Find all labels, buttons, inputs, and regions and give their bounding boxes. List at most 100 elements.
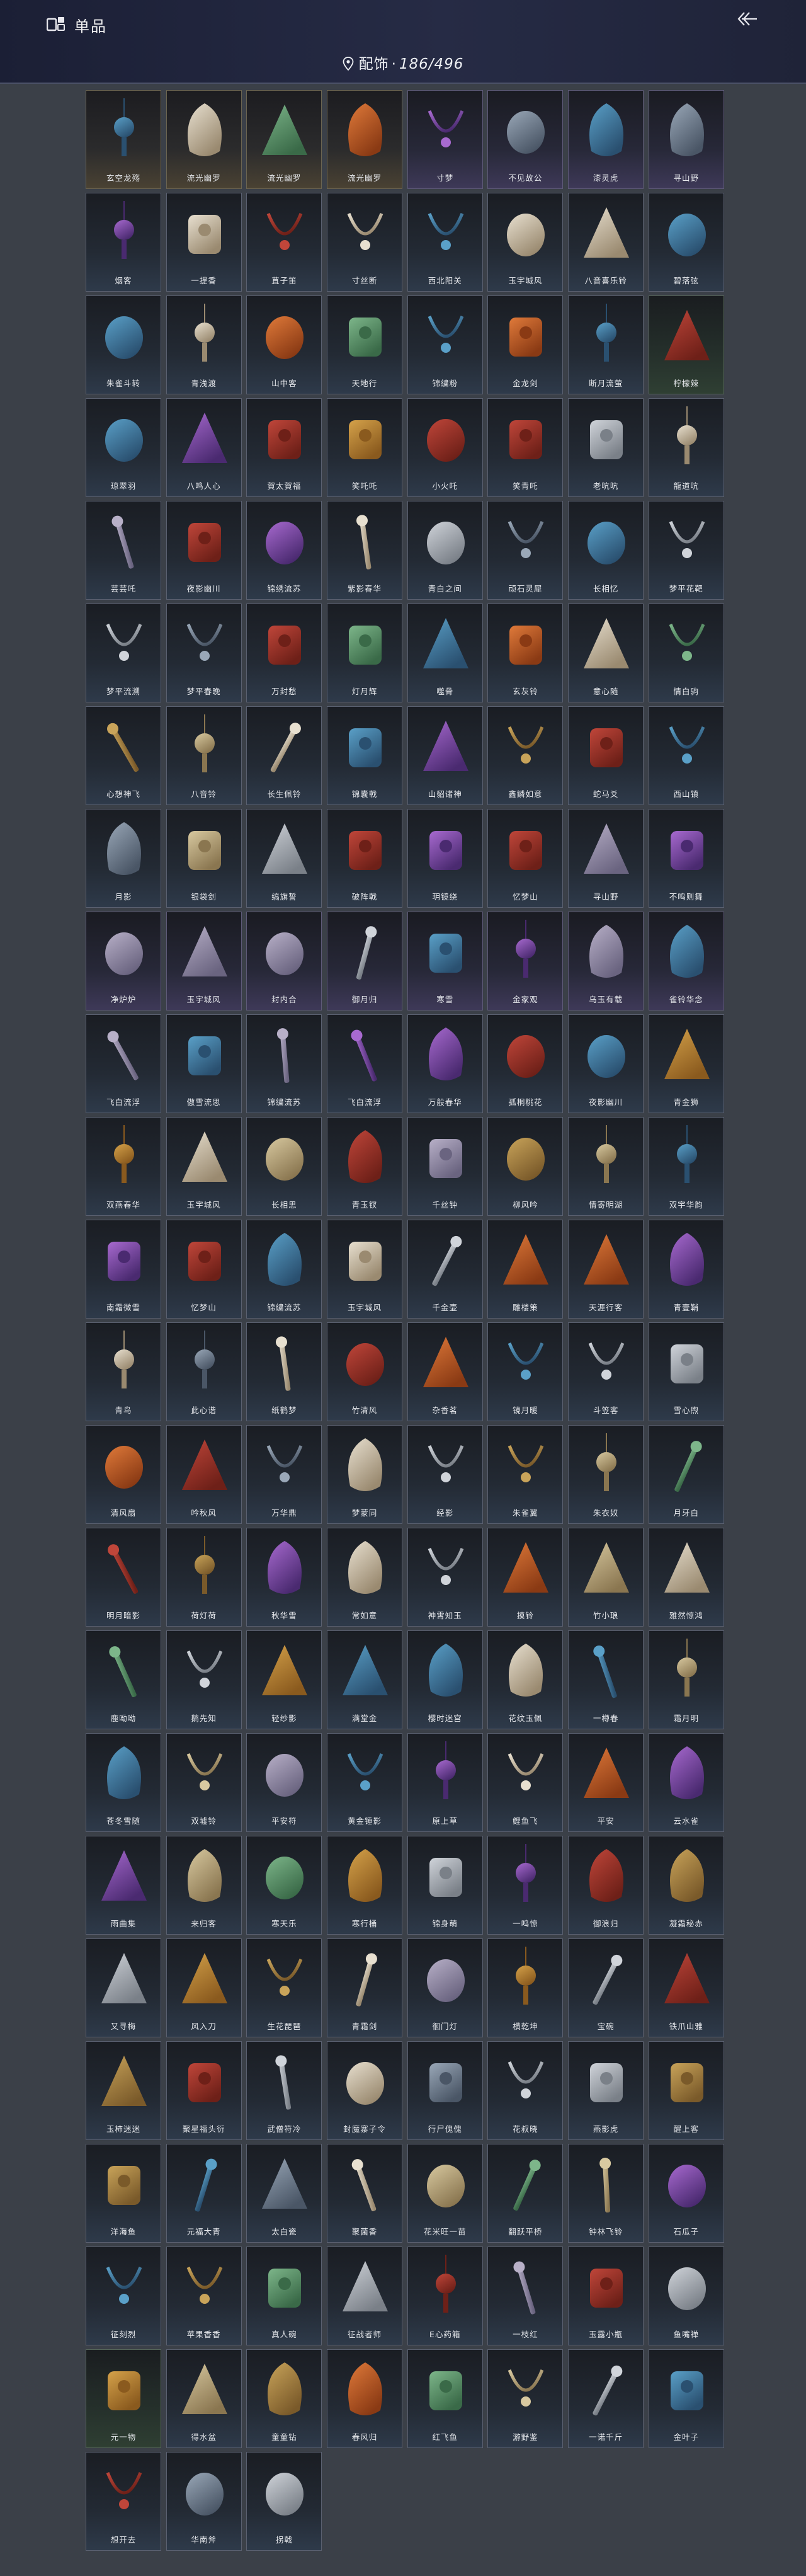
item-card[interactable]: 飞白流浮 (86, 1014, 161, 1113)
item-card[interactable]: 洋海鱼 (86, 2144, 161, 2243)
item-card[interactable]: 八音铃 (166, 706, 242, 805)
item-card[interactable]: 不鸣则舞 (648, 809, 724, 908)
item-card[interactable]: 宝碗 (568, 1938, 644, 2037)
item-card[interactable]: 玉柿迷迷 (86, 2041, 161, 2140)
item-card[interactable]: 翻跃平桥 (487, 2144, 564, 2243)
item-card[interactable]: 南霜微雪 (86, 1220, 161, 1319)
item-card[interactable]: 纸鹤梦 (246, 1322, 322, 1421)
item-card[interactable]: 西山镇 (648, 706, 724, 805)
item-card[interactable]: 鲤鱼飞 (487, 1733, 564, 1832)
item-card[interactable]: 双宇华韵 (648, 1117, 724, 1216)
item-card[interactable]: 神霄知玉 (407, 1528, 483, 1627)
item-card[interactable]: 蛇马爻 (568, 706, 644, 805)
item-card[interactable]: 天涯行客 (568, 1220, 644, 1319)
item-card[interactable]: 杂香茗 (407, 1322, 483, 1421)
item-card[interactable]: 樱时迷宫 (407, 1630, 483, 1729)
item-card[interactable]: 聚菌香 (327, 2144, 403, 2243)
item-card[interactable]: 心想神飞 (86, 706, 161, 805)
item-card[interactable]: 八鸣人心 (166, 398, 242, 497)
item-card[interactable]: 云水雀 (648, 1733, 724, 1832)
item-card[interactable]: 横乾坤 (487, 1938, 564, 2037)
item-card[interactable]: 夜影幽川 (166, 501, 242, 600)
item-card[interactable]: 玉宇城风 (487, 193, 564, 292)
item-card[interactable]: 賀太賀福 (246, 398, 322, 497)
item-card[interactable]: 梦平流溯 (86, 604, 161, 702)
item-card[interactable]: 苍冬雪随 (86, 1733, 161, 1832)
item-card[interactable]: 元一物 (86, 2349, 161, 2448)
item-card[interactable]: 烟客 (86, 193, 161, 292)
item-card[interactable]: 青壹鞘 (648, 1220, 724, 1319)
item-card[interactable]: 鹿呦呦 (86, 1630, 161, 1729)
item-card[interactable]: 净炉炉 (86, 912, 161, 1010)
item-card[interactable]: 霜月明 (648, 1630, 724, 1729)
item-card[interactable]: 不见故公 (487, 90, 564, 189)
item-card[interactable]: 一枝红 (487, 2247, 564, 2345)
item-card[interactable]: 雀铃华念 (648, 912, 724, 1010)
item-card[interactable]: 鱼嘴禅 (648, 2247, 724, 2345)
item-card[interactable]: 锦繍流苏 (246, 1014, 322, 1113)
item-card[interactable]: 武僧符冷 (246, 2041, 322, 2140)
item-card[interactable]: 寒天乐 (246, 1836, 322, 1935)
item-card[interactable]: 青鸟 (86, 1322, 161, 1421)
item-card[interactable]: 万华鼎 (246, 1425, 322, 1524)
item-card[interactable]: 明月暗影 (86, 1528, 161, 1627)
item-card[interactable]: 朱雀翼 (487, 1425, 564, 1524)
item-card[interactable]: 封魔寨子令 (327, 2041, 403, 2140)
item-card[interactable]: 黄金锤影 (327, 1733, 403, 1832)
item-card[interactable]: 钟林飞铃 (568, 2144, 644, 2243)
item-card[interactable]: 鹅先知 (166, 1630, 242, 1729)
item-card[interactable]: 经影 (407, 1425, 483, 1524)
item-card[interactable]: 千金壶 (407, 1220, 483, 1319)
item-card[interactable]: 顽石灵犀 (487, 501, 564, 600)
item-card[interactable]: 山中客 (246, 295, 322, 394)
item-card[interactable]: 青白之间 (407, 501, 483, 600)
item-card[interactable]: 长相忆 (568, 501, 644, 600)
item-card[interactable]: 一提香 (166, 193, 242, 292)
item-card[interactable]: 摸铃 (487, 1528, 564, 1627)
item-card[interactable]: 花米旺一苗 (407, 2144, 483, 2243)
item-card[interactable]: 得水盆 (166, 2349, 242, 2448)
item-card[interactable]: 花叔晓 (487, 2041, 564, 2140)
item-card[interactable]: 锦繍流苏 (246, 1220, 322, 1319)
item-card[interactable]: 山貂诸神 (407, 706, 483, 805)
item-card[interactable]: 斗笠客 (568, 1322, 644, 1421)
item-card[interactable]: 吟秋风 (166, 1425, 242, 1524)
item-card[interactable]: 真人碗 (246, 2247, 322, 2345)
item-card[interactable]: 拐戟 (246, 2452, 322, 2551)
item-card[interactable]: 玄空龙殇 (86, 90, 161, 189)
item-card[interactable]: 缟旗誓 (246, 809, 322, 908)
item-card[interactable]: 乌玉有载 (568, 912, 644, 1010)
item-card[interactable]: 玄灰铃 (487, 604, 564, 702)
item-card[interactable]: 凝霜秘赤 (648, 1836, 724, 1935)
item-card[interactable]: 苹果香香 (166, 2247, 242, 2345)
item-card[interactable]: 金叶子 (648, 2349, 724, 2448)
item-card[interactable]: 紫影春华 (327, 501, 403, 600)
item-card[interactable]: 忆梦山 (166, 1220, 242, 1319)
item-card[interactable]: 断月流萤 (568, 295, 644, 394)
item-card[interactable]: 寸梦 (407, 90, 483, 189)
item-card[interactable]: 青浅渡 (166, 295, 242, 394)
item-card[interactable]: 青玉钗 (327, 1117, 403, 1216)
item-card[interactable]: 流光幽罗 (246, 90, 322, 189)
item-card[interactable]: 红飞鱼 (407, 2349, 483, 2448)
item-card[interactable]: 金家观 (487, 912, 564, 1010)
item-card[interactable]: 雅然惊鸿 (648, 1528, 724, 1627)
back-arrow-icon[interactable] (735, 8, 759, 30)
item-card[interactable]: 春风归 (327, 2349, 403, 2448)
item-card[interactable]: 平安符 (246, 1733, 322, 1832)
item-card[interactable]: 流光幽罗 (166, 90, 242, 189)
item-card[interactable]: 孤桐桃花 (487, 1014, 564, 1113)
item-card[interactable]: 平安 (568, 1733, 644, 1832)
item-card[interactable]: 满堂金 (327, 1630, 403, 1729)
item-card[interactable]: 竹小琅 (568, 1528, 644, 1627)
item-card[interactable]: 梦平春晚 (166, 604, 242, 702)
item-card[interactable]: 流光幽罗 (327, 90, 403, 189)
item-card[interactable]: 原上草 (407, 1733, 483, 1832)
item-card[interactable]: 雨曲集 (86, 1836, 161, 1935)
item-card[interactable]: 长生佩铃 (246, 706, 322, 805)
item-card[interactable]: 铁爪山雅 (648, 1938, 724, 2037)
item-card[interactable]: 笑青吒 (487, 398, 564, 497)
item-card[interactable]: 噬骨 (407, 604, 483, 702)
item-card[interactable]: 漆灵虎 (568, 90, 644, 189)
item-card[interactable]: 华南斧 (166, 2452, 242, 2551)
